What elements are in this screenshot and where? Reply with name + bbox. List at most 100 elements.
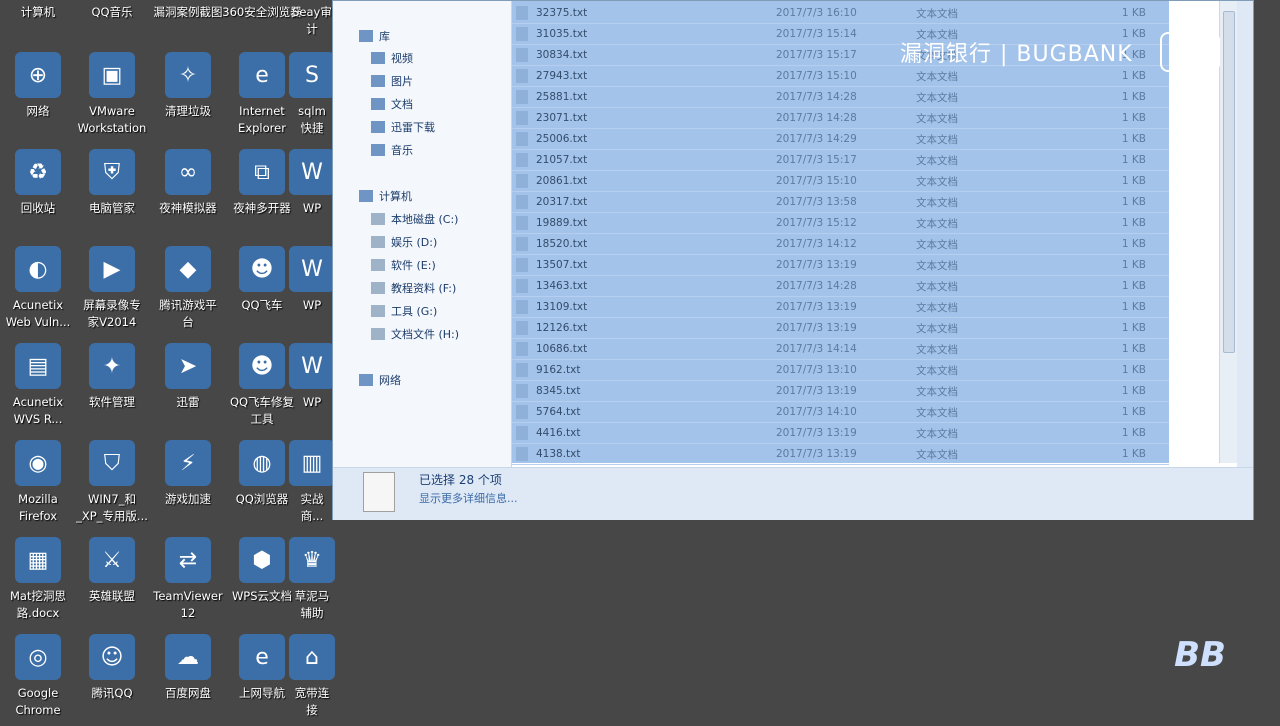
desktop-shortcut[interactable]: W WP xyxy=(289,145,335,241)
nav-item[interactable]: 文档文件 (H:) xyxy=(371,323,459,345)
desktop-shortcut[interactable]: ➤ 迅雷 xyxy=(148,339,228,435)
nav-item[interactable]: 工具 (G:) xyxy=(371,300,437,322)
file-name: 25881.txt xyxy=(536,91,588,103)
bugbank-watermark: 漏洞银行 | BUGBANK xyxy=(900,42,1133,67)
file-row[interactable]: 4138.txt 2017/7/3 13:19 文本文档 1 KB xyxy=(512,444,1169,465)
nav-item[interactable]: 计算机 xyxy=(359,185,412,207)
desktop-shortcut[interactable]: ⚔ 英雄联盟 xyxy=(72,533,152,629)
file-size: 1 KB xyxy=(1121,406,1146,418)
desktop-shortcut[interactable]: ▤ Acunetix WVS R... xyxy=(0,339,78,435)
docx-icon: ▦ xyxy=(15,537,61,583)
desktop-shortcut[interactable]: ☁ 百度网盘 xyxy=(148,630,228,726)
file-date: 2017/7/3 14:12 xyxy=(776,238,857,250)
desktop-label-qq-music[interactable]: QQ音乐 xyxy=(72,4,152,21)
file-name: 25006.txt xyxy=(536,133,588,145)
desktop-shortcut[interactable]: ∞ 夜神模拟器 xyxy=(148,145,228,241)
desktop-shortcut[interactable]: W WP xyxy=(289,339,335,435)
show-more-details-link[interactable]: 显示更多详细信息... xyxy=(419,490,518,506)
file-row[interactable]: 13463.txt 2017/7/3 14:28 文本文档 1 KB xyxy=(512,276,1169,297)
desktop-shortcut[interactable]: ◐ Acunetix Web Vuln... xyxy=(0,242,78,338)
desktop-shortcut-label: QQ浏览器 xyxy=(235,492,289,506)
file-row[interactable]: 23071.txt 2017/7/3 14:28 文本文档 1 KB xyxy=(512,108,1169,129)
file-size: 1 KB xyxy=(1121,322,1146,334)
desktop-shortcut-label: QQ飞车 xyxy=(241,298,283,312)
file-row[interactable]: 25881.txt 2017/7/3 14:28 文本文档 1 KB xyxy=(512,87,1169,108)
file-name: 18520.txt xyxy=(536,238,588,250)
file-row[interactable]: 12126.txt 2017/7/3 13:19 文本文档 1 KB xyxy=(512,318,1169,339)
nav-item[interactable]: 软件 (E:) xyxy=(371,254,436,276)
file-name: 13109.txt xyxy=(536,301,588,313)
file-row[interactable]: 20861.txt 2017/7/3 15:10 文本文档 1 KB xyxy=(512,171,1169,192)
file-type: 文本文档 xyxy=(916,406,958,419)
desktop-shortcut[interactable]: ⇄ TeamViewer 12 xyxy=(148,533,228,629)
nav-item[interactable]: 文档 xyxy=(371,93,413,115)
desktop-shortcut[interactable]: ⛉ WIN7_和 _XP_专用版... xyxy=(72,436,152,532)
nav-item[interactable]: 本地磁盘 (C:) xyxy=(371,208,458,230)
explorer-window[interactable]: 库视频图片 文档 迅雷下载 音乐计算机 本地磁盘 (C:) 娱乐 (D:) 软件 (E:) 教… xyxy=(332,0,1254,520)
nav-item-label: 教程资料 (F:) xyxy=(391,282,457,295)
text-file-icon xyxy=(516,153,528,167)
drive-icon xyxy=(371,236,385,248)
file-row[interactable]: 9162.txt 2017/7/3 13:10 文本文档 1 KB xyxy=(512,360,1169,381)
nav-item[interactable]: 图片 xyxy=(371,70,413,92)
desktop-shortcut[interactable]: ▶ 屏幕录像专 家V2014 xyxy=(72,242,152,338)
file-row[interactable]: 4416.txt 2017/7/3 13:19 文本文档 1 KB xyxy=(512,423,1169,444)
desktop-shortcut[interactable]: ♻ 回收站 xyxy=(0,145,78,241)
nav-item[interactable]: 库 xyxy=(359,25,390,47)
nav-item[interactable]: 网络 xyxy=(359,369,401,391)
desktop-shortcut[interactable]: ◆ 腾讯游戏平 台 xyxy=(148,242,228,338)
desktop-label-seay[interactable]: Seay审计 xyxy=(292,4,332,38)
text-file-icon xyxy=(516,321,528,335)
file-row[interactable]: 27943.txt 2017/7/3 15:10 文本文档 1 KB xyxy=(512,66,1169,87)
desktop-shortcut[interactable]: ⌂ 宽带连接 xyxy=(289,630,335,726)
file-row[interactable]: 20317.txt 2017/7/3 13:58 文本文档 1 KB xyxy=(512,192,1169,213)
desktop-shortcut-label: 清理垃圾 xyxy=(165,104,211,118)
nav-item[interactable]: 音乐 xyxy=(371,139,413,161)
file-row[interactable]: 25006.txt 2017/7/3 14:29 文本文档 1 KB xyxy=(512,129,1169,150)
desktop-shortcut-label: WP xyxy=(302,395,322,409)
nav-item[interactable]: 迅雷下载 xyxy=(371,116,435,138)
desktop-shortcut[interactable]: ☺ 腾讯QQ xyxy=(72,630,152,726)
nav-item[interactable]: 教程资料 (F:) xyxy=(371,277,456,299)
desktop-shortcut[interactable]: ✧ 清理垃圾 xyxy=(148,48,228,144)
desktop-shortcut[interactable]: ▦ Mat挖洞思 路.docx xyxy=(0,533,78,629)
file-row[interactable]: 18520.txt 2017/7/3 14:12 文本文档 1 KB xyxy=(512,234,1169,255)
nav-item-label: 视频 xyxy=(391,52,413,65)
file-row[interactable]: 13507.txt 2017/7/3 13:19 文本文档 1 KB xyxy=(512,255,1169,276)
desktop-shortcut[interactable]: ⊕ 网络 xyxy=(0,48,78,144)
scrollbar-thumb[interactable] xyxy=(1223,11,1235,353)
file-row[interactable]: 5764.txt 2017/7/3 14:10 文本文档 1 KB xyxy=(512,402,1169,423)
nav-item[interactable]: 娱乐 (D:) xyxy=(371,231,437,253)
desktop-shortcut-label: 夜神多开器 xyxy=(233,201,291,215)
nav-item[interactable]: 视频 xyxy=(371,47,413,69)
desktop-shortcut[interactable]: ▥ 实战 商... xyxy=(289,436,335,532)
navigation-pane[interactable]: 库视频图片 文档 迅雷下载 音乐计算机 本地磁盘 (C:) 娱乐 (D:) 软件 (E:) 教… xyxy=(333,1,512,467)
desktop-shortcut[interactable]: ◎ Google Chrome xyxy=(0,630,78,726)
file-date: 2017/7/3 13:19 xyxy=(776,322,857,334)
file-row[interactable]: 10686.txt 2017/7/3 14:14 文本文档 1 KB xyxy=(512,339,1169,360)
nox-icon: ∞ xyxy=(165,149,211,195)
file-row[interactable]: 13109.txt 2017/7/3 13:19 文本文档 1 KB xyxy=(512,297,1169,318)
desktop-shortcut[interactable]: Ssqlm 快捷 xyxy=(289,48,335,144)
desktop-shortcut-label: 腾讯QQ xyxy=(91,686,133,700)
file-row[interactable]: 21057.txt 2017/7/3 15:17 文本文档 1 KB xyxy=(512,150,1169,171)
file-list-pane[interactable]: 32375.txt 2017/7/3 16:10 文本文档 1 KB 31035.txt… xyxy=(512,1,1237,467)
desktop-shortcut[interactable]: ♛ 草泥马辅助 xyxy=(289,533,335,629)
desktop-shortcut[interactable]: ◉ Mozilla Firefox xyxy=(0,436,78,532)
desktop-shortcut[interactable]: ⛨ 电脑管家 xyxy=(72,145,152,241)
desktop-label-360-browser[interactable]: 360安全浏览器 xyxy=(222,4,302,21)
desktop-shortcut[interactable]: ⚡ 游戏加速 xyxy=(148,436,228,532)
nav-item-label: 工具 (G:) xyxy=(391,305,438,318)
desktop-shortcut-label: 软件管理 xyxy=(89,395,135,409)
file-size: 1 KB xyxy=(1121,112,1146,124)
file-row[interactable]: 8345.txt 2017/7/3 13:19 文本文档 1 KB xyxy=(512,381,1169,402)
file-row[interactable]: 19889.txt 2017/7/3 15:12 文本文档 1 KB xyxy=(512,213,1169,234)
vertical-scrollbar[interactable] xyxy=(1219,1,1237,463)
desktop-label-computer[interactable]: 计算机 xyxy=(0,4,78,21)
desktop-shortcut[interactable]: W WP xyxy=(289,242,335,338)
desktop-shortcut[interactable]: ▣ VMware Workstation xyxy=(72,48,152,144)
desktop-label-vuln-screenshots[interactable]: 漏洞案例截图 xyxy=(148,4,228,21)
file-row[interactable]: 32375.txt 2017/7/3 16:10 文本文档 1 KB xyxy=(512,3,1169,24)
text-file-icon xyxy=(516,258,528,272)
desktop-shortcut[interactable]: ✦ 软件管理 xyxy=(72,339,152,435)
